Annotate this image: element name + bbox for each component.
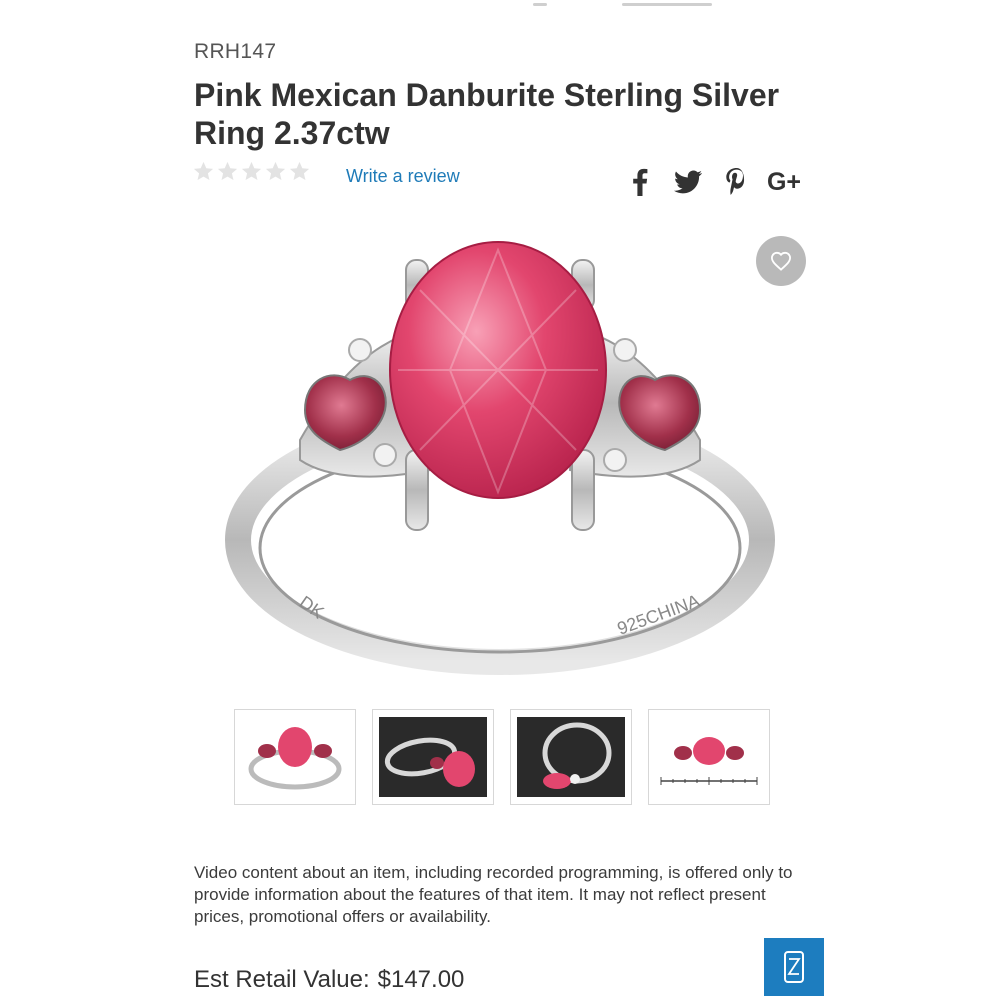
video-disclaimer: Video content about an item, including r… — [194, 863, 793, 926]
star-icon — [217, 161, 238, 181]
accent-diamond — [373, 443, 397, 467]
star-icon — [193, 161, 214, 181]
price-value: $147.00 — [377, 966, 465, 993]
thumbnail-strip — [234, 709, 770, 805]
price-label: Est Retail Value: — [194, 966, 370, 993]
pinterest-icon[interactable] — [716, 164, 756, 200]
thumbnail-front-view[interactable] — [234, 709, 356, 805]
video-button[interactable] — [764, 938, 824, 996]
product-title: Pink Mexican Danburite Sterling Silver R… — [194, 77, 780, 151]
product-main-image[interactable]: DK 925CHINA — [220, 230, 800, 690]
prong — [571, 449, 595, 531]
share-bar: G+ — [620, 164, 804, 200]
google-plus-icon[interactable]: G+ — [764, 164, 804, 200]
star-icon — [241, 161, 262, 181]
mobile-video-icon — [784, 951, 804, 983]
product-sku: RRH147 — [194, 40, 277, 63]
star-icon — [265, 161, 286, 181]
thumbnail-scale-view[interactable] — [648, 709, 770, 805]
scroll-indicator — [622, 3, 712, 6]
twitter-icon[interactable] — [668, 164, 708, 200]
accent-diamond — [348, 338, 372, 362]
thumbnail-angled-view[interactable] — [372, 709, 494, 805]
star-icon — [289, 161, 310, 181]
est-retail-value: Est Retail Value: $147.00 — [194, 966, 464, 994]
write-review-link[interactable]: Write a review — [346, 166, 460, 187]
thumbnail-side-view[interactable] — [510, 709, 632, 805]
rating-stars — [192, 160, 311, 183]
top-strip — [0, 0, 1000, 8]
scroll-indicator — [533, 3, 547, 6]
facebook-icon[interactable] — [620, 164, 660, 200]
accent-diamond — [603, 448, 627, 472]
accent-diamond — [613, 338, 637, 362]
